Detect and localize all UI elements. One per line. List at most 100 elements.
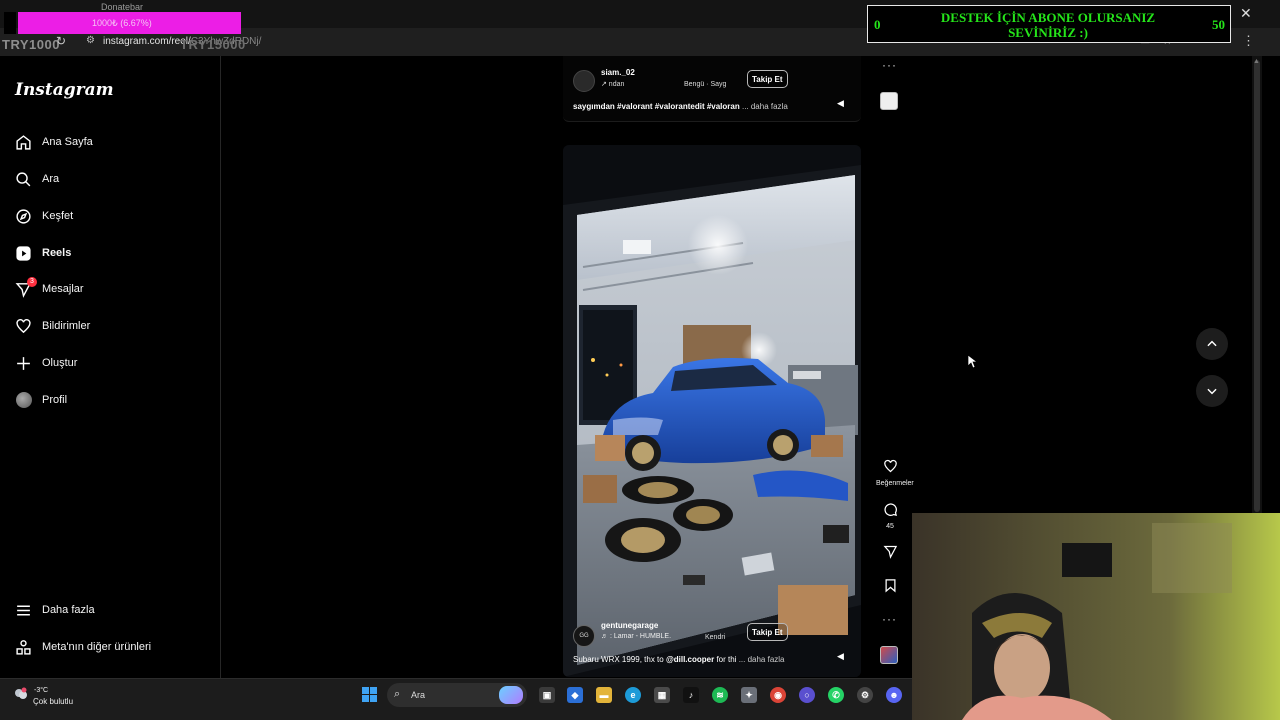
banner-left-value: 0: [874, 17, 881, 32]
sidebar-item-reels[interactable]: Reels: [15, 242, 71, 264]
home-icon: [15, 134, 32, 151]
comment-button[interactable]: 45: [876, 502, 904, 530]
bookmark-icon: [885, 579, 895, 593]
app-icon[interactable]: ✦: [741, 687, 757, 703]
donatebar-title: Donatebar: [101, 2, 144, 12]
chevron-up-icon: [1207, 340, 1217, 347]
taskbar-search[interactable]: ⌕ Ara: [387, 683, 527, 707]
sound-icon[interactable]: ◀: [837, 651, 847, 661]
site-info-icon[interactable]: ⚙: [86, 35, 95, 46]
discord-icon[interactable]: ☻: [886, 687, 902, 703]
send-icon: [882, 545, 897, 559]
scrollbar-thumb[interactable]: [1254, 60, 1260, 512]
reload-icon[interactable]: ↻: [56, 35, 68, 47]
search-icon: ⌕: [394, 688, 401, 700]
more-link[interactable]: ... daha fazla: [742, 102, 788, 111]
audio-thumbnail[interactable]: [880, 92, 898, 110]
previous-reel[interactable]: siam._02 ↗ ndan Bengü · Sayg Takip Et sa…: [563, 56, 861, 122]
avatar[interactable]: GG: [573, 625, 595, 647]
settings-gear-icon[interactable]: ⚙: [857, 687, 873, 703]
next-reel-button[interactable]: [1196, 375, 1228, 407]
sidebar-item-home[interactable]: Ana Sayfa: [15, 131, 93, 153]
comment-icon: [883, 503, 897, 516]
mouse-cursor-icon: [968, 355, 978, 369]
tab-icon[interactable]: [4, 12, 16, 34]
windows-start-icon[interactable]: [362, 687, 377, 702]
sidebar-item-create[interactable]: Oluştur: [15, 352, 77, 374]
caption-mention[interactable]: @dill.cooper: [666, 655, 714, 664]
instagram-logo[interactable]: Instagram: [15, 80, 114, 100]
sidebar-item-label: Ana Sayfa: [42, 136, 93, 148]
obs-icon[interactable]: ○: [799, 687, 815, 703]
sidebar-item-label: Profil: [42, 394, 68, 406]
sidebar-item-label: Daha fazla: [42, 604, 95, 616]
avatar: [15, 392, 32, 409]
caption-text: Subaru WRX 1999, thx to: [573, 655, 664, 664]
store-icon[interactable]: ▦: [654, 687, 670, 703]
audio-thumbnail[interactable]: [880, 646, 898, 664]
reel-song[interactable]: Bengü · Sayg: [684, 81, 726, 88]
url-text: instagram.com/reel/: [103, 36, 191, 47]
hamburger-icon: [15, 602, 32, 619]
caption-tail: for thi: [716, 655, 737, 664]
whatsapp-icon[interactable]: ✆: [828, 687, 844, 703]
widgets-icon[interactable]: ◆: [567, 687, 583, 703]
file-explorer-icon[interactable]: ▬: [596, 687, 612, 703]
heart-icon: [883, 459, 897, 473]
sidebar-item-label: Oluştur: [42, 357, 78, 369]
reel-audio-artist: Kendri: [705, 634, 726, 641]
sidebar-item-label: Meta'nın diğer ürünleri: [42, 641, 152, 653]
share-button[interactable]: [876, 544, 904, 564]
sidebar-item-more[interactable]: Daha fazla: [15, 599, 95, 621]
follow-button[interactable]: Takip Et: [747, 70, 788, 88]
banner-text: DESTEK İÇİN ABONE OLURSANIZ SEVİNİRİZ :): [940, 10, 1156, 40]
reel-username[interactable]: siam._02: [601, 68, 635, 77]
donation-goal-left: TRY1000: [2, 37, 60, 52]
task-view-icon[interactable]: ▣: [539, 687, 555, 703]
sidebar-item-messages[interactable]: 3 Mesajlar: [15, 276, 84, 300]
grid-icon: [15, 639, 32, 656]
weather-cloud-icon[interactable]: [12, 687, 30, 701]
sidebar-item-label: Bildirimler: [42, 320, 91, 332]
like-button[interactable]: Beğenmeler: [876, 459, 914, 487]
reel-caption: Subaru WRX 1999, thx to @dill.cooper for…: [573, 655, 785, 664]
search-icon: [15, 171, 32, 188]
sidebar-item-label: Reels: [42, 247, 72, 259]
sidebar-item-explore[interactable]: Keşfet: [15, 205, 73, 227]
browser-menu-icon[interactable]: ⋮: [1242, 33, 1255, 49]
reel-username[interactable]: gentunegarage: [601, 621, 658, 630]
chrome-icon[interactable]: ◉: [770, 687, 786, 703]
donation-goal-mid: TRY15000: [180, 37, 246, 52]
reel-audio[interactable]: ♬ : Lamar - HUMBLE.: [601, 633, 671, 640]
comments-count: 45: [886, 523, 894, 530]
sidebar-item-notifications[interactable]: Bildirimler: [15, 315, 90, 337]
likes-label: Beğenmeler: [876, 480, 914, 487]
banner-right-value: 50: [1212, 17, 1225, 32]
save-button[interactable]: [876, 578, 904, 598]
sound-icon[interactable]: ◀: [837, 98, 847, 108]
plus-icon: [15, 355, 32, 372]
current-reel[interactable]: GG gentunegarage ♬ : Lamar - HUMBLE. Ken…: [563, 145, 861, 677]
reel-video-frame: [563, 145, 861, 677]
streamer-webcam-image: [912, 513, 1280, 720]
more-options-icon[interactable]: ···: [882, 612, 897, 626]
close-icon[interactable]: ✕: [1240, 5, 1252, 22]
reel-caption: saygımdan #valorant #valorantedit #valor…: [573, 102, 788, 111]
spotify-icon[interactable]: ≋: [712, 687, 728, 703]
sidebar-item-profile[interactable]: Profil: [15, 389, 67, 411]
more-options-icon[interactable]: ···: [882, 58, 897, 72]
caption-text: saygımdan #valorant #valorantedit #valor…: [573, 102, 740, 111]
previous-reel-button[interactable]: [1196, 328, 1228, 360]
heart-icon: [15, 318, 32, 335]
weather-temperature: -3°C: [34, 687, 49, 694]
edge-icon[interactable]: e: [625, 687, 641, 703]
search-highlight-icon: [499, 686, 523, 704]
sidebar-item-meta-products[interactable]: Meta'nın diğer ürünleri: [15, 636, 151, 658]
follow-button[interactable]: Takip Et: [747, 623, 788, 641]
messenger-icon: 3: [15, 276, 37, 298]
more-link[interactable]: ... daha fazla: [739, 655, 785, 664]
avatar[interactable]: [573, 70, 595, 92]
tiktok-icon[interactable]: ♪: [683, 687, 699, 703]
scroll-up-arrow-icon[interactable]: ▲: [1253, 58, 1260, 65]
sidebar-item-search[interactable]: Ara: [15, 168, 59, 190]
